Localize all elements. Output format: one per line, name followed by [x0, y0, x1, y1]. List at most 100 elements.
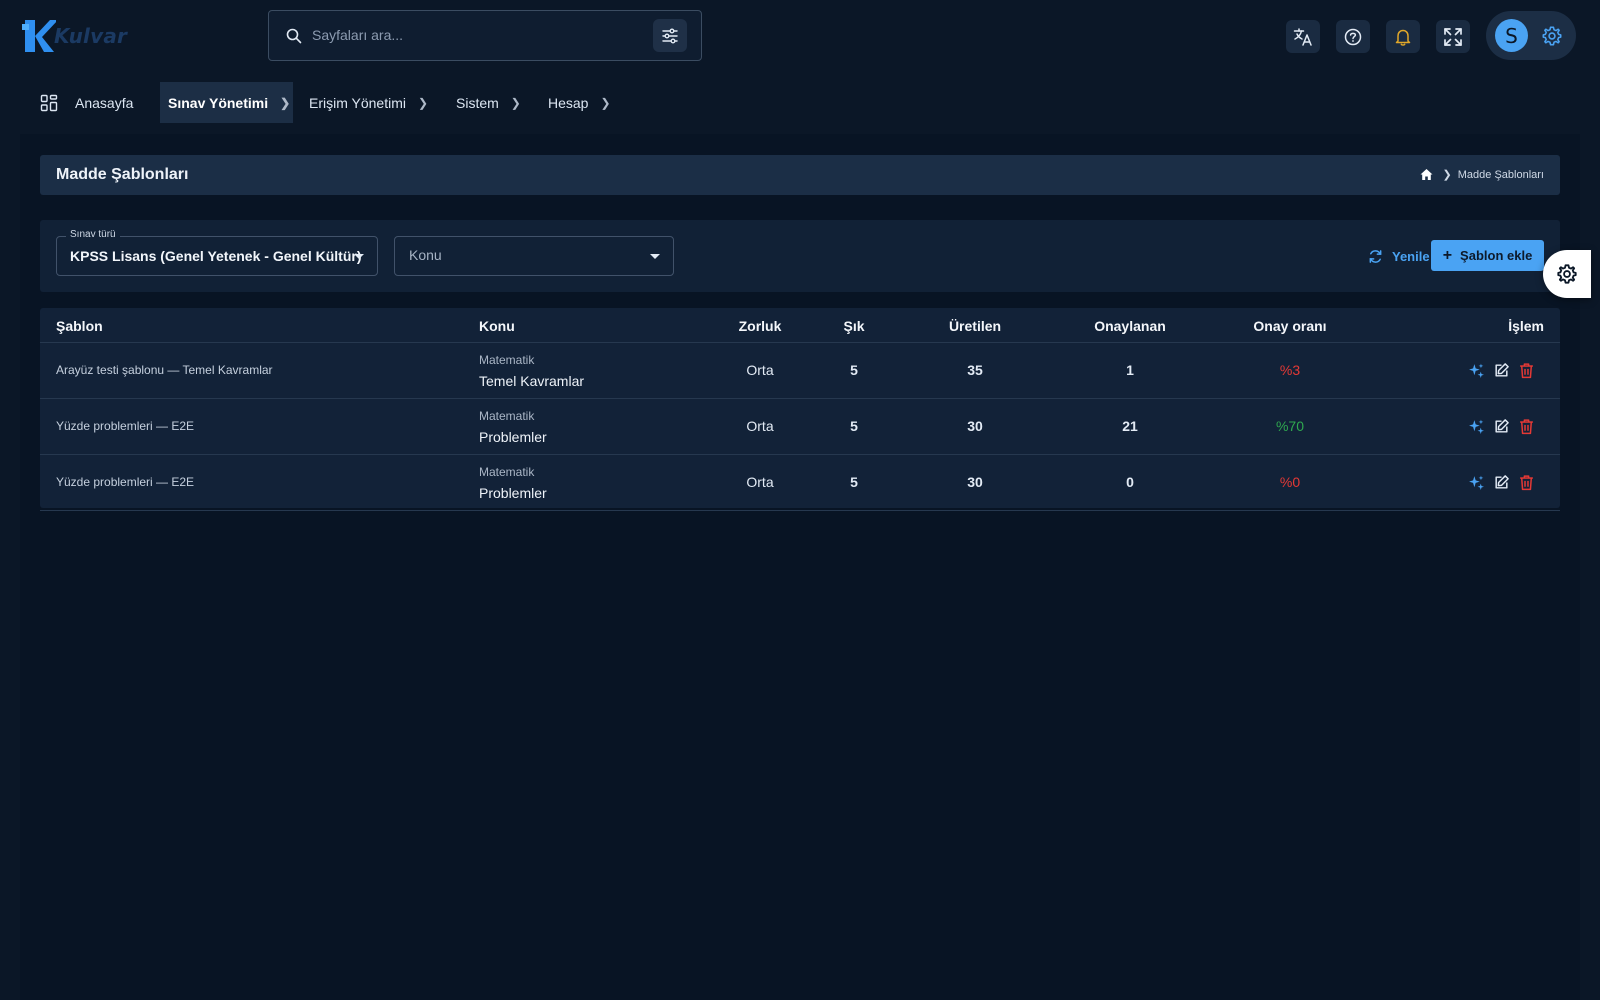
search-box[interactable] [268, 10, 702, 61]
template-name: Yüzde problemleri — E2E [56, 475, 195, 489]
nav-item-account[interactable]: Hesap ❯ [548, 82, 611, 123]
topic-select[interactable]: Konu [394, 236, 674, 276]
choices-value: 5 [850, 418, 858, 434]
nav-item-home[interactable]: Anasayfa [40, 82, 133, 123]
top-bar: Kulvar Sayfaları ara... S [0, 0, 1600, 72]
approval-rate-value: %3 [1279, 362, 1301, 378]
exam-type-select[interactable]: Sınav türü KPSS Lisans (Genel Yetenek - … [56, 229, 378, 276]
template-name: Arayüz testi şablonu — Temel Kavramlar [56, 363, 273, 377]
column-header-topic[interactable]: Konu [479, 318, 515, 334]
sparkle-icon[interactable] [1468, 474, 1485, 491]
page-header: Madde Şablonları ❯ Madde Şablonları [40, 155, 1560, 195]
refresh-icon [1369, 249, 1382, 263]
page-title: Madde Şablonları [56, 166, 189, 183]
nav-item-exam-management[interactable]: Sınav Yönetimi ❯ [160, 82, 293, 123]
search-icon [286, 28, 302, 44]
table-row[interactable]: Yüzde problemleri — E2E Matematik Proble… [40, 399, 1560, 455]
column-header-generated[interactable]: Üretilen [920, 318, 1030, 334]
gear-icon [1557, 264, 1577, 284]
choices-value: 5 [850, 474, 858, 490]
brand-logo[interactable]: Kulvar [22, 18, 127, 54]
chevron-right-icon: ❯ [510, 95, 521, 110]
plus-icon: + [1442, 246, 1453, 264]
caret-down-icon [354, 254, 364, 259]
subject-name: Matematik [479, 353, 535, 367]
add-template-button[interactable]: + Şablon ekle [1431, 240, 1544, 271]
fullscreen-button[interactable] [1436, 20, 1470, 53]
templates-table: Şablon Konu Zorluk Şık Üretilen Onaylana… [40, 308, 1560, 511]
translate-icon [1293, 27, 1312, 46]
nav-item-label: Sistem [456, 94, 499, 111]
filter-bar: Sınav türü KPSS Lisans (Genel Yetenek - … [40, 220, 1560, 292]
column-header-approval-rate[interactable]: Onay oranı [1220, 318, 1360, 334]
approval-rate-value: %0 [1279, 474, 1301, 490]
column-header-difficulty[interactable]: Zorluk [720, 318, 800, 334]
chevron-right-icon: ❯ [600, 95, 611, 110]
nav-item-label: Erişim Yönetimi [309, 94, 406, 111]
topic-name: Problemler [479, 429, 547, 445]
column-header-template[interactable]: Şablon [56, 318, 103, 334]
caret-down-icon [650, 254, 660, 259]
exam-type-value: KPSS Lisans (Genel Yetenek - Genel Kültü… [70, 248, 362, 264]
floating-settings-button[interactable] [1543, 250, 1591, 298]
breadcrumb: ❯ Madde Şablonları [1420, 168, 1544, 181]
trash-icon[interactable] [1518, 418, 1535, 435]
exam-type-legend: Sınav türü [66, 229, 120, 240]
dashboard-icon [40, 94, 58, 111]
chevron-right-icon: ❯ [1442, 169, 1452, 181]
topic-placeholder: Konu [409, 247, 442, 263]
generated-value: 35 [967, 362, 983, 378]
refresh-label: Yenile [1392, 248, 1430, 264]
column-header-actions: İşlem [1508, 318, 1544, 334]
logo-icon [22, 20, 56, 52]
help-button[interactable] [1336, 20, 1370, 53]
approved-value: 1 [1126, 362, 1134, 378]
search-input[interactable] [312, 19, 612, 51]
approval-rate-value: %70 [1275, 418, 1305, 434]
subject-name: Matematik [479, 465, 535, 479]
table-row[interactable]: Yüzde problemleri — E2E Matematik Proble… [40, 455, 1560, 511]
search-filter-button[interactable] [653, 19, 687, 52]
choices-value: 5 [850, 362, 858, 378]
topic-name: Problemler [479, 485, 547, 501]
sparkle-icon[interactable] [1468, 418, 1485, 435]
main-content: Madde Şablonları ❯ Madde Şablonları Sına… [20, 134, 1580, 1000]
brand-name: Kulvar [54, 24, 128, 48]
gear-icon[interactable] [1541, 25, 1563, 47]
edit-icon[interactable] [1493, 418, 1510, 435]
column-header-choices[interactable]: Şık [824, 318, 884, 334]
template-name: Yüzde problemleri — E2E [56, 419, 195, 433]
avatar[interactable]: S [1495, 19, 1528, 52]
edit-icon[interactable] [1493, 362, 1510, 379]
add-template-label: Şablon ekle [1460, 248, 1533, 263]
language-button[interactable] [1286, 20, 1320, 53]
nav-item-access-management[interactable]: Erişim Yönetimi ❯ [309, 82, 428, 123]
help-icon [1344, 28, 1362, 45]
user-menu[interactable]: S [1486, 11, 1576, 60]
difficulty-value: Orta [746, 474, 774, 490]
edit-icon[interactable] [1493, 474, 1510, 491]
generated-value: 30 [967, 474, 983, 490]
table-row[interactable]: Arayüz testi şablonu — Temel Kavramlar M… [40, 343, 1560, 399]
chevron-right-icon: ❯ [418, 95, 429, 110]
sparkle-icon[interactable] [1468, 362, 1485, 379]
notifications-button[interactable] [1386, 20, 1420, 53]
trash-icon[interactable] [1518, 362, 1535, 379]
nav-item-label: Anasayfa [75, 94, 134, 111]
home-icon[interactable] [1420, 168, 1433, 181]
nav-item-label: Sınav Yönetimi [168, 94, 269, 111]
difficulty-value: Orta [746, 418, 774, 434]
chevron-right-icon: ❯ [280, 95, 291, 110]
approved-value: 21 [1122, 418, 1138, 434]
nav-item-system[interactable]: Sistem ❯ [456, 82, 521, 123]
generated-value: 30 [967, 418, 983, 434]
fullscreen-icon [1444, 27, 1462, 46]
column-header-approved[interactable]: Onaylanan [1060, 318, 1200, 334]
trash-icon[interactable] [1518, 474, 1535, 491]
refresh-button[interactable]: Yenile [1368, 242, 1430, 270]
sliders-icon [662, 28, 678, 43]
table-header: Şablon Konu Zorluk Şık Üretilen Onaylana… [40, 308, 1560, 343]
breadcrumb-current: Madde Şablonları [1457, 168, 1544, 181]
bell-icon [1395, 29, 1411, 46]
topic-name: Temel Kavramlar [479, 373, 585, 389]
